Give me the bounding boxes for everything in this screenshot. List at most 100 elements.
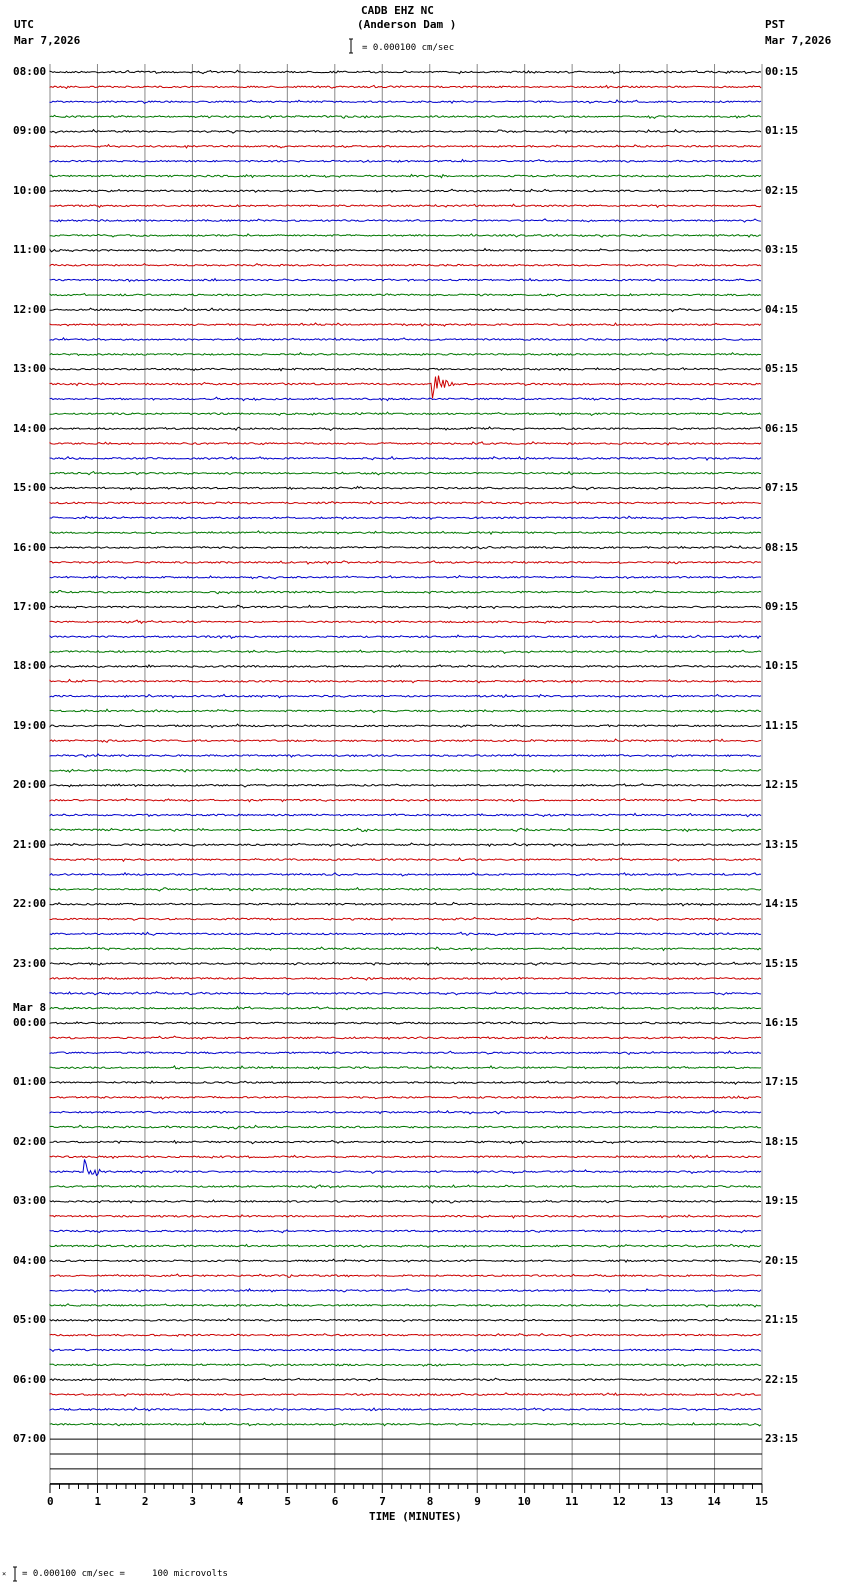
seismic-trace bbox=[49, 723, 762, 729]
utc-hour-label: 14:00 bbox=[13, 421, 47, 435]
seismic-trace bbox=[49, 916, 762, 922]
seismic-trace bbox=[49, 1363, 762, 1368]
seismic-trace bbox=[49, 798, 761, 803]
pst-hour-label: 19:15 bbox=[765, 1194, 799, 1208]
seismic-trace bbox=[49, 69, 762, 75]
seismic-trace bbox=[49, 708, 762, 714]
seismic-trace bbox=[49, 1377, 762, 1382]
seismic-trace bbox=[49, 738, 762, 743]
x-tick-label: 12 bbox=[612, 1495, 626, 1508]
seismic-trace bbox=[49, 375, 762, 399]
pst-hour-label: 02:15 bbox=[765, 183, 799, 197]
seismic-trace bbox=[49, 991, 762, 996]
utc-hour-label: 17:00 bbox=[13, 599, 47, 613]
seismic-trace bbox=[49, 1392, 761, 1397]
seismic-trace bbox=[49, 367, 762, 372]
seismic-trace bbox=[49, 768, 761, 773]
seismic-trace bbox=[49, 783, 762, 788]
utc-hour-label: 02:00 bbox=[13, 1134, 47, 1148]
seismic-trace bbox=[49, 128, 762, 134]
utc-hour-label: 00:00 bbox=[13, 1016, 47, 1030]
seismic-trace bbox=[49, 411, 762, 417]
seismic-trace bbox=[49, 1258, 762, 1264]
x-tick-label: 9 bbox=[474, 1495, 481, 1508]
utc-hour-label: 12:00 bbox=[13, 302, 47, 316]
seismic-trace bbox=[49, 396, 762, 402]
pst-hour-label: 16:15 bbox=[765, 1016, 799, 1030]
seismic-trace bbox=[49, 946, 762, 952]
pst-hour-label: 22:15 bbox=[765, 1372, 799, 1386]
seismic-trace bbox=[49, 678, 762, 684]
seismic-trace bbox=[49, 218, 762, 223]
seismic-trace bbox=[49, 560, 762, 565]
seismic-trace bbox=[49, 1159, 762, 1177]
seismic-trace bbox=[49, 530, 762, 536]
seismic-trace bbox=[49, 589, 762, 595]
seismic-trace bbox=[49, 857, 762, 863]
seismic-trace bbox=[49, 1154, 762, 1160]
x-tick-label: 8 bbox=[426, 1495, 434, 1508]
pst-hour-label: 09:15 bbox=[765, 599, 799, 613]
utc-hour-label: 07:00 bbox=[13, 1432, 47, 1446]
utc-hour-label: 08:00 bbox=[13, 65, 47, 78]
seismic-trace bbox=[49, 99, 762, 105]
seismic-trace bbox=[49, 976, 762, 981]
pst-hour-label: 17:15 bbox=[765, 1075, 799, 1089]
x-tick-label: 14 bbox=[707, 1495, 721, 1508]
seismic-trace bbox=[49, 1243, 762, 1249]
x-tick-label: 0 bbox=[47, 1495, 54, 1508]
seismic-trace bbox=[49, 277, 762, 283]
pst-hour-label: 14:15 bbox=[765, 897, 799, 911]
seismic-trace bbox=[49, 545, 762, 550]
x-tick-label: 6 bbox=[331, 1495, 339, 1508]
pst-hour-label: 15:15 bbox=[765, 956, 799, 970]
seismic-trace bbox=[49, 292, 762, 298]
seismic-trace bbox=[49, 158, 762, 163]
seismic-trace bbox=[49, 1406, 762, 1412]
seismic-trace bbox=[49, 143, 762, 149]
x-tick-label: 13 bbox=[660, 1495, 674, 1508]
pst-hour-label: 23:15 bbox=[765, 1432, 799, 1446]
seismic-trace bbox=[49, 351, 761, 357]
utc-hour-label: 06:00 bbox=[13, 1372, 47, 1386]
seismic-trace bbox=[49, 619, 762, 625]
seismic-trace bbox=[49, 1421, 762, 1427]
pst-hour-label: 13:15 bbox=[765, 837, 799, 851]
footer-scale-bar-icon bbox=[13, 1566, 17, 1582]
utc-hour-label: 10:00 bbox=[13, 183, 47, 197]
pst-hour-label: 06:15 bbox=[765, 421, 799, 435]
seismic-trace bbox=[49, 1035, 762, 1041]
seismic-trace bbox=[49, 574, 762, 580]
seismic-trace bbox=[49, 1303, 762, 1308]
seismic-trace bbox=[49, 1109, 762, 1115]
seismic-trace bbox=[49, 1005, 761, 1011]
utc-hour-label: 03:00 bbox=[13, 1194, 47, 1208]
utc-hour-label: 22:00 bbox=[13, 897, 47, 911]
utc-hour-label: 11:00 bbox=[13, 243, 47, 257]
x-tick-label: 10 bbox=[517, 1495, 531, 1508]
pst-hour-label: 10:15 bbox=[765, 659, 799, 673]
pst-hour-label: 01:15 bbox=[765, 124, 799, 138]
seismic-trace bbox=[49, 1184, 762, 1190]
utc-hour-label: 04:00 bbox=[13, 1253, 47, 1267]
seismic-trace bbox=[49, 307, 762, 313]
seismic-trace bbox=[49, 1288, 762, 1294]
x-tick-label: 11 bbox=[565, 1495, 579, 1508]
pst-hour-label: 00:15 bbox=[765, 65, 799, 78]
seismic-trace bbox=[49, 233, 762, 238]
seismic-trace bbox=[49, 1050, 762, 1056]
seismic-trace bbox=[49, 1348, 762, 1353]
seismic-trace bbox=[49, 693, 762, 699]
utc-hour-label: 15:00 bbox=[13, 481, 47, 495]
utc-hour-label: 23:00 bbox=[13, 956, 47, 970]
seismic-trace bbox=[49, 842, 761, 848]
seismic-trace bbox=[49, 812, 762, 818]
scale-bar-icon bbox=[349, 38, 353, 54]
seismic-trace bbox=[49, 485, 762, 491]
pst-hour-label: 03:15 bbox=[765, 243, 799, 257]
seismic-trace bbox=[49, 1214, 762, 1219]
x-tick-label: 4 bbox=[236, 1495, 244, 1508]
utc-hour-label: 01:00 bbox=[13, 1075, 47, 1089]
x-tick-label: 15 bbox=[755, 1495, 769, 1508]
pst-hour-label: 07:15 bbox=[765, 481, 799, 495]
